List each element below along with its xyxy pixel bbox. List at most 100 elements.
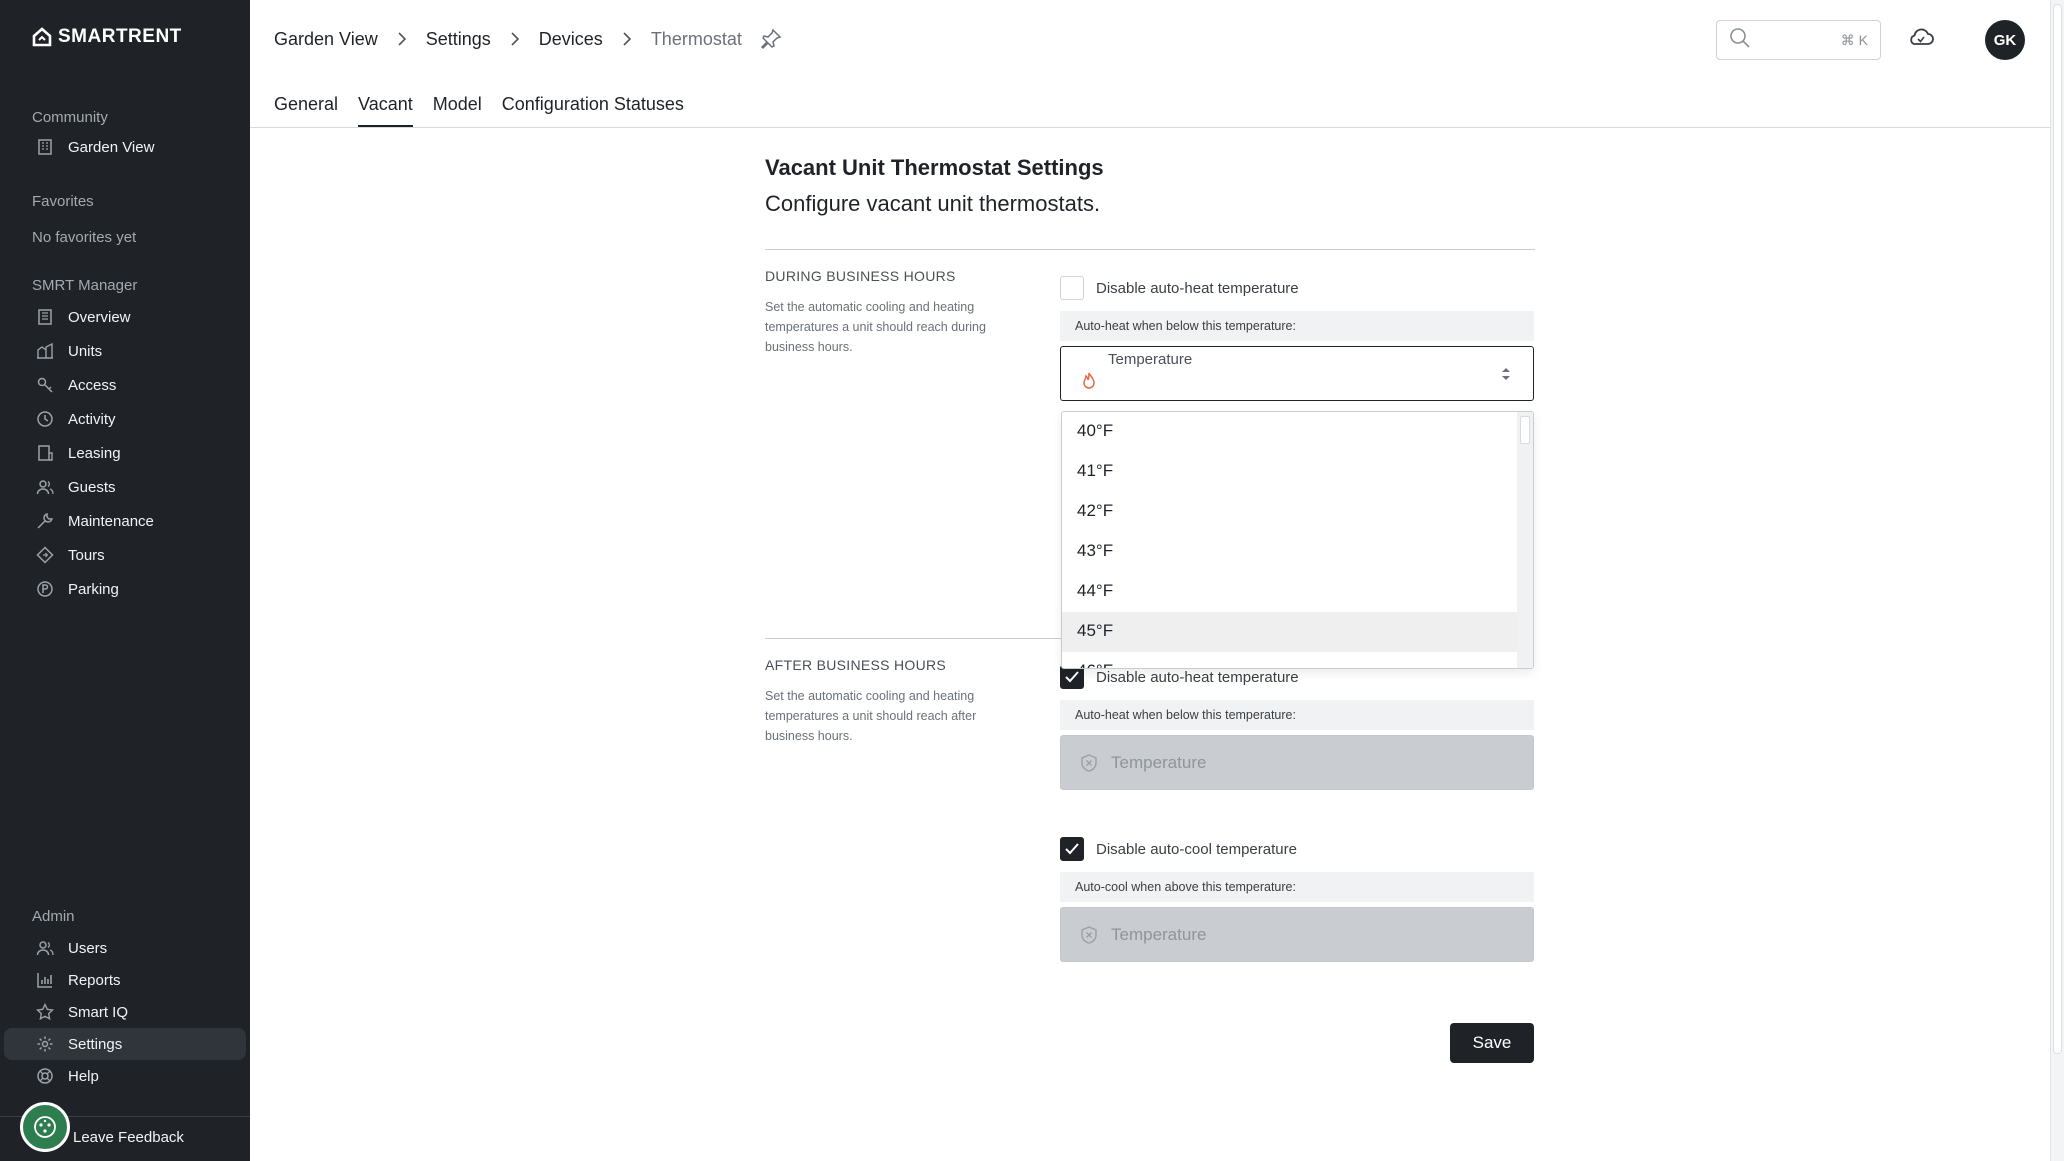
breadcrumb: Garden View Settings Devices Thermostat <box>274 28 782 50</box>
feedback-icon[interactable] <box>20 1102 70 1152</box>
admin-label: Admin <box>32 908 75 925</box>
temperature-options: 40°F 41°F 42°F 43°F 44°F 45°F 46°F <box>1062 412 1519 668</box>
chevron-right-icon <box>509 31 521 47</box>
tab-bar: General Vacant Model Configuration Statu… <box>274 94 684 128</box>
sidebar-item-label: Reports <box>68 971 121 989</box>
users-icon <box>36 939 54 957</box>
section-divider <box>765 249 1535 250</box>
chevron-right-icon <box>621 31 633 47</box>
section-divider <box>765 638 1065 639</box>
sort-arrows-icon <box>1501 367 1511 386</box>
clock-icon <box>36 410 54 428</box>
sidebar-item-maintenance[interactable]: Maintenance <box>4 505 246 537</box>
avatar[interactable]: GK <box>1985 20 2025 60</box>
sidebar-item-label: Leasing <box>68 444 121 462</box>
pin-icon[interactable] <box>760 28 782 50</box>
leave-feedback-link[interactable]: Leave Feedback <box>73 1129 184 1146</box>
select-placeholder: Temperature <box>1111 924 1207 944</box>
temperature-option[interactable]: 46°F <box>1062 652 1519 668</box>
temperature-option[interactable]: 43°F <box>1062 532 1519 572</box>
during-heat-field-label: Auto-heat when below this temperature: <box>1060 311 1534 341</box>
temperature-option[interactable]: 44°F <box>1062 572 1519 612</box>
during-disable-heat-row: Disable auto-heat temperature <box>1060 276 1299 300</box>
sidebar-item-help[interactable]: Help <box>4 1060 246 1092</box>
tab-model[interactable]: Model <box>433 94 482 128</box>
brand-name: SMARTRENT <box>58 26 182 47</box>
temperature-option-hovered[interactable]: 45°F <box>1062 612 1519 652</box>
sidebar-item-label: Overview <box>68 308 131 326</box>
sidebar-item-reports[interactable]: Reports <box>4 964 246 996</box>
checkbox-label: Disable auto-heat temperature <box>1096 668 1299 686</box>
search-input[interactable]: ⌘ K <box>1716 20 1881 60</box>
search-shortcut: ⌘ K <box>1840 31 1868 48</box>
after-disable-cool-checkbox[interactable] <box>1060 837 1084 861</box>
after-heat-temperature-select[interactable]: Temperature <box>1060 735 1534 790</box>
gear-icon <box>36 1035 54 1053</box>
sidebar-item-leasing[interactable]: Leasing <box>4 437 246 469</box>
sidebar-item-garden-view[interactable]: Garden View <box>4 131 246 163</box>
temperature-option[interactable]: 41°F <box>1062 452 1519 492</box>
breadcrumb-devices[interactable]: Devices <box>539 29 603 50</box>
help-icon <box>36 1067 54 1085</box>
after-business-hours-heading: AFTER BUSINESS HOURS <box>765 657 947 673</box>
page-scrollbar[interactable] <box>2050 0 2064 1161</box>
breadcrumb-settings[interactable]: Settings <box>426 29 491 50</box>
page-title: Vacant Unit Thermostat Settings <box>765 155 1104 180</box>
leasing-icon <box>36 444 54 462</box>
sidebar-item-label: Access <box>68 376 117 394</box>
community-label: Community <box>32 109 108 126</box>
after-business-hours-description: Set the automatic cooling and heating te… <box>765 689 977 743</box>
favorites-label: Favorites <box>32 193 94 210</box>
page-subtitle: Configure vacant unit thermostats. <box>765 191 1101 216</box>
sidebar-item-parking[interactable]: Parking <box>4 573 246 605</box>
page-scrollbar-thumb[interactable] <box>2053 4 2062 1054</box>
star-icon <box>36 1003 54 1021</box>
shield-icon <box>1079 753 1099 773</box>
house-logo-icon <box>32 27 52 47</box>
sidebar-item-users[interactable]: Users <box>4 932 246 964</box>
dropdown-scrollbar-thumb[interactable] <box>1520 416 1530 444</box>
cloud-sync-icon[interactable] <box>1906 22 1936 52</box>
sidebar-item-units[interactable]: Units <box>4 335 246 367</box>
breadcrumb-current: Thermostat <box>650 28 742 49</box>
after-disable-cool-row: Disable auto-cool temperature <box>1060 837 1297 861</box>
during-disable-heat-checkbox[interactable] <box>1060 276 1084 300</box>
sidebar-item-access[interactable]: Access <box>4 369 246 401</box>
after-heat-field-label: Auto-heat when below this temperature: <box>1060 700 1534 730</box>
temperature-option[interactable]: 42°F <box>1062 492 1519 532</box>
shield-icon <box>1079 925 1099 945</box>
sidebar-item-smart-iq[interactable]: Smart IQ <box>4 996 246 1028</box>
units-icon <box>36 342 54 360</box>
sidebar-item-settings[interactable]: Settings <box>4 1028 246 1060</box>
select-placeholder: Temperature <box>1111 752 1207 772</box>
checkbox-label: Disable auto-cool temperature <box>1096 840 1297 858</box>
sidebar-item-label: Guests <box>68 478 116 496</box>
sidebar-item-activity[interactable]: Activity <box>4 403 246 435</box>
guests-icon <box>36 478 54 496</box>
sidebar-item-tours[interactable]: Tours <box>4 539 246 571</box>
wrench-icon <box>36 512 54 530</box>
sidebar-item-label: Smart IQ <box>68 1003 129 1021</box>
smartrent-logo[interactable]: SMARTRENT <box>32 26 182 48</box>
sidebar: SMARTRENT Community Garden View Favorite… <box>0 0 250 1161</box>
breadcrumb-garden-view[interactable]: Garden View <box>274 29 378 50</box>
tab-configuration-statuses[interactable]: Configuration Statuses <box>502 94 684 128</box>
save-button[interactable]: Save <box>1450 1023 1534 1063</box>
favorites-empty-text: No favorites yet <box>32 229 137 246</box>
tab-general[interactable]: General <box>274 94 338 128</box>
sidebar-item-label: Garden View <box>68 138 155 156</box>
building-icon <box>36 138 54 156</box>
temperature-option[interactable]: 40°F <box>1062 412 1519 452</box>
chevron-right-icon <box>396 31 408 47</box>
sidebar-item-guests[interactable]: Guests <box>4 471 246 503</box>
select-label: Temperature <box>1108 351 1193 368</box>
after-cool-temperature-select[interactable]: Temperature <box>1060 907 1534 962</box>
checkbox-label: Disable auto-heat temperature <box>1096 279 1299 297</box>
temperature-dropdown[interactable]: 40°F 41°F 42°F 43°F 44°F 45°F 46°F <box>1061 411 1534 669</box>
during-business-hours-heading: DURING BUSINESS HOURS <box>765 268 956 284</box>
tab-vacant[interactable]: Vacant <box>358 94 413 128</box>
sidebar-item-overview[interactable]: Overview <box>4 301 246 333</box>
sidebar-item-label: Activity <box>68 410 116 428</box>
dropdown-scrollbar[interactable] <box>1517 412 1533 668</box>
during-heat-temperature-select[interactable]: Temperature <box>1060 346 1534 401</box>
